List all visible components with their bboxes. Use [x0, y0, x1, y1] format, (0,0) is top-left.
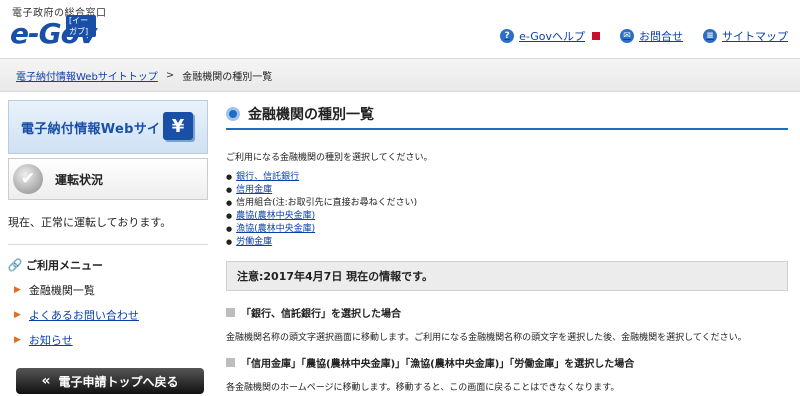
- breadcrumb-home-link[interactable]: 電子納付情報Webサイトトップ: [16, 68, 158, 83]
- type-link-shinkin[interactable]: 信用金庫: [236, 184, 272, 197]
- contact-link[interactable]: ✉ お問合せ: [620, 28, 683, 44]
- type-link-rokin[interactable]: 労働金庫: [236, 236, 272, 249]
- page-title-bar: 金融機関の種別一覧: [226, 100, 788, 130]
- sitemap-link-label: サイトマップ: [722, 30, 788, 43]
- bullet-icon: ●: [226, 212, 233, 220]
- list-item: ● 信用金庫: [226, 184, 788, 197]
- sitemap-icon: ≡: [703, 29, 717, 43]
- sidebar-banner[interactable]: 電子納付情報Webサイト ¥: [8, 100, 208, 154]
- mail-icon: ✉: [620, 29, 634, 43]
- list-item: ● 信用組合(注:お取引先に直接お尋ねください): [226, 197, 788, 210]
- header: 電子政府の総合窓口 e-Gov [イーガブ] ? e-Govヘルプ ✉ お問合せ…: [0, 0, 800, 58]
- header-nav: ? e-Govヘルプ ✉ お問合せ ≡ サイトマップ: [500, 28, 788, 44]
- egov-logo[interactable]: e-Gov [イーガブ]: [10, 15, 97, 48]
- section-heading: 「信用金庫」「農協(農林中央金庫)」「漁協(農林中央金庫)」「労働金庫」を選択し…: [226, 355, 788, 370]
- back-to-e-application-button[interactable]: « 電子申請トップへ戻る: [16, 368, 204, 394]
- menu-header: 🔗 ご利用メニュー: [8, 257, 208, 273]
- check-icon: ✔: [13, 164, 43, 194]
- logo-subtext: [イーガブ]: [66, 15, 97, 37]
- notice-box: 注意:2017年4月7日 現在の情報です。: [226, 261, 788, 291]
- bullet-icon: ●: [226, 238, 233, 246]
- section-heading: 「銀行、信託銀行」を選択した場合: [226, 305, 788, 320]
- double-chevron-left-icon: «: [41, 373, 51, 389]
- bullet-icon: ●: [226, 199, 233, 207]
- contact-link-label: お問合せ: [639, 30, 683, 43]
- type-link-gyokyo[interactable]: 漁協(農林中央金庫): [236, 223, 315, 236]
- bullet-icon: ●: [226, 173, 233, 181]
- breadcrumb-current: 金融機関の種別一覧: [182, 71, 273, 83]
- main-content: 金融機関の種別一覧 ご利用になる金融機関の種別を選択してください。 ● 銀行、信託…: [226, 100, 788, 396]
- sidebar-item-news[interactable]: ▶ お知らせ: [8, 332, 208, 348]
- menu-header-label: ご利用メニュー: [26, 259, 103, 272]
- status-text: 現在、正常に運転しております。: [8, 216, 172, 229]
- list-item: ● 銀行、信託銀行: [226, 171, 788, 184]
- sidebar-item-faq[interactable]: ▶ よくあるお問い合わせ: [8, 307, 208, 323]
- arrow-right-icon: ▶: [14, 335, 21, 345]
- sidebar: 電子納付情報Webサイト ¥ ✔ 運転状況 現在、正常に運転しております。 🔗 …: [8, 100, 208, 396]
- title-bullet-icon: [226, 107, 240, 121]
- yen-icon: ¥: [163, 112, 193, 140]
- list-item: ● 農協(農林中央金庫): [226, 210, 788, 223]
- type-link-bank[interactable]: 銀行、信託銀行: [236, 171, 299, 184]
- breadcrumb: 電子納付情報Webサイトトップ > 金融機関の種別一覧: [0, 58, 800, 92]
- sidebar-item-label[interactable]: よくあるお問い合わせ: [29, 307, 139, 323]
- square-bullet-icon: [226, 358, 235, 367]
- section-bank: 「銀行、信託銀行」を選択した場合 金融機関名称の頭文字選択画面に移動します。ご利…: [226, 305, 788, 343]
- bullet-icon: ●: [226, 225, 233, 233]
- section-heading-text: 「信用金庫」「農協(農林中央金庫)」「漁協(農林中央金庫)」「労働金庫」を選択し…: [241, 359, 635, 370]
- external-window-icon: [592, 32, 600, 40]
- section-description: 金融機関名称の頭文字選択画面に移動します。ご利用になる金融機関名称の頭文字を選択…: [226, 333, 747, 343]
- type-text-credit-union: 信用組合(注:お取引先に直接お尋ねください): [236, 198, 418, 208]
- help-link[interactable]: ? e-Govヘルプ: [500, 28, 600, 44]
- sidebar-item-label: 金融機関一覧: [28, 284, 95, 297]
- sitemap-link[interactable]: ≡ サイトマップ: [703, 28, 788, 44]
- sidebar-item-label[interactable]: お知らせ: [29, 332, 73, 348]
- arrow-right-icon: ▶: [14, 310, 21, 320]
- link-chain-icon: 🔗: [7, 258, 23, 272]
- breadcrumb-separator: >: [165, 69, 175, 81]
- bullet-icon: ●: [226, 186, 233, 194]
- type-link-nokyo[interactable]: 農協(農林中央金庫): [236, 210, 315, 223]
- section-other-institutions: 「信用金庫」「農協(農林中央金庫)」「漁協(農林中央金庫)」「労働金庫」を選択し…: [226, 355, 788, 393]
- status-box: ✔ 運転状況: [8, 158, 208, 200]
- sidebar-item-bank-list: ▶ 金融機関一覧: [8, 282, 208, 298]
- section-description: 各金融機関のホームページに移動します。移動すると、この画面に戻ることはできなくな…: [226, 383, 620, 393]
- status-title: 運転状況: [55, 172, 104, 187]
- section-heading-text: 「銀行、信託銀行」を選択した場合: [241, 309, 401, 320]
- institution-type-list: ● 銀行、信託銀行 ● 信用金庫 ● 信用組合(注:お取引先に直接お尋ねください) ●…: [226, 171, 788, 249]
- list-item: ● 漁協(農林中央金庫): [226, 223, 788, 236]
- square-bullet-icon: [226, 308, 235, 317]
- sidebar-banner-text: 電子納付情報Webサイト: [21, 121, 174, 137]
- help-icon: ?: [500, 29, 515, 43]
- list-item: ● 労働金庫: [226, 236, 788, 249]
- arrow-right-icon: ▶: [14, 285, 21, 295]
- sidebar-divider: [8, 244, 208, 245]
- intro-text: ご利用になる金融機関の種別を選択してください。: [226, 153, 433, 163]
- back-button-label: 電子申請トップへ戻る: [58, 374, 179, 389]
- page-title: 金融機関の種別一覧: [248, 107, 374, 123]
- help-link-label: e-Govヘルプ: [519, 30, 585, 43]
